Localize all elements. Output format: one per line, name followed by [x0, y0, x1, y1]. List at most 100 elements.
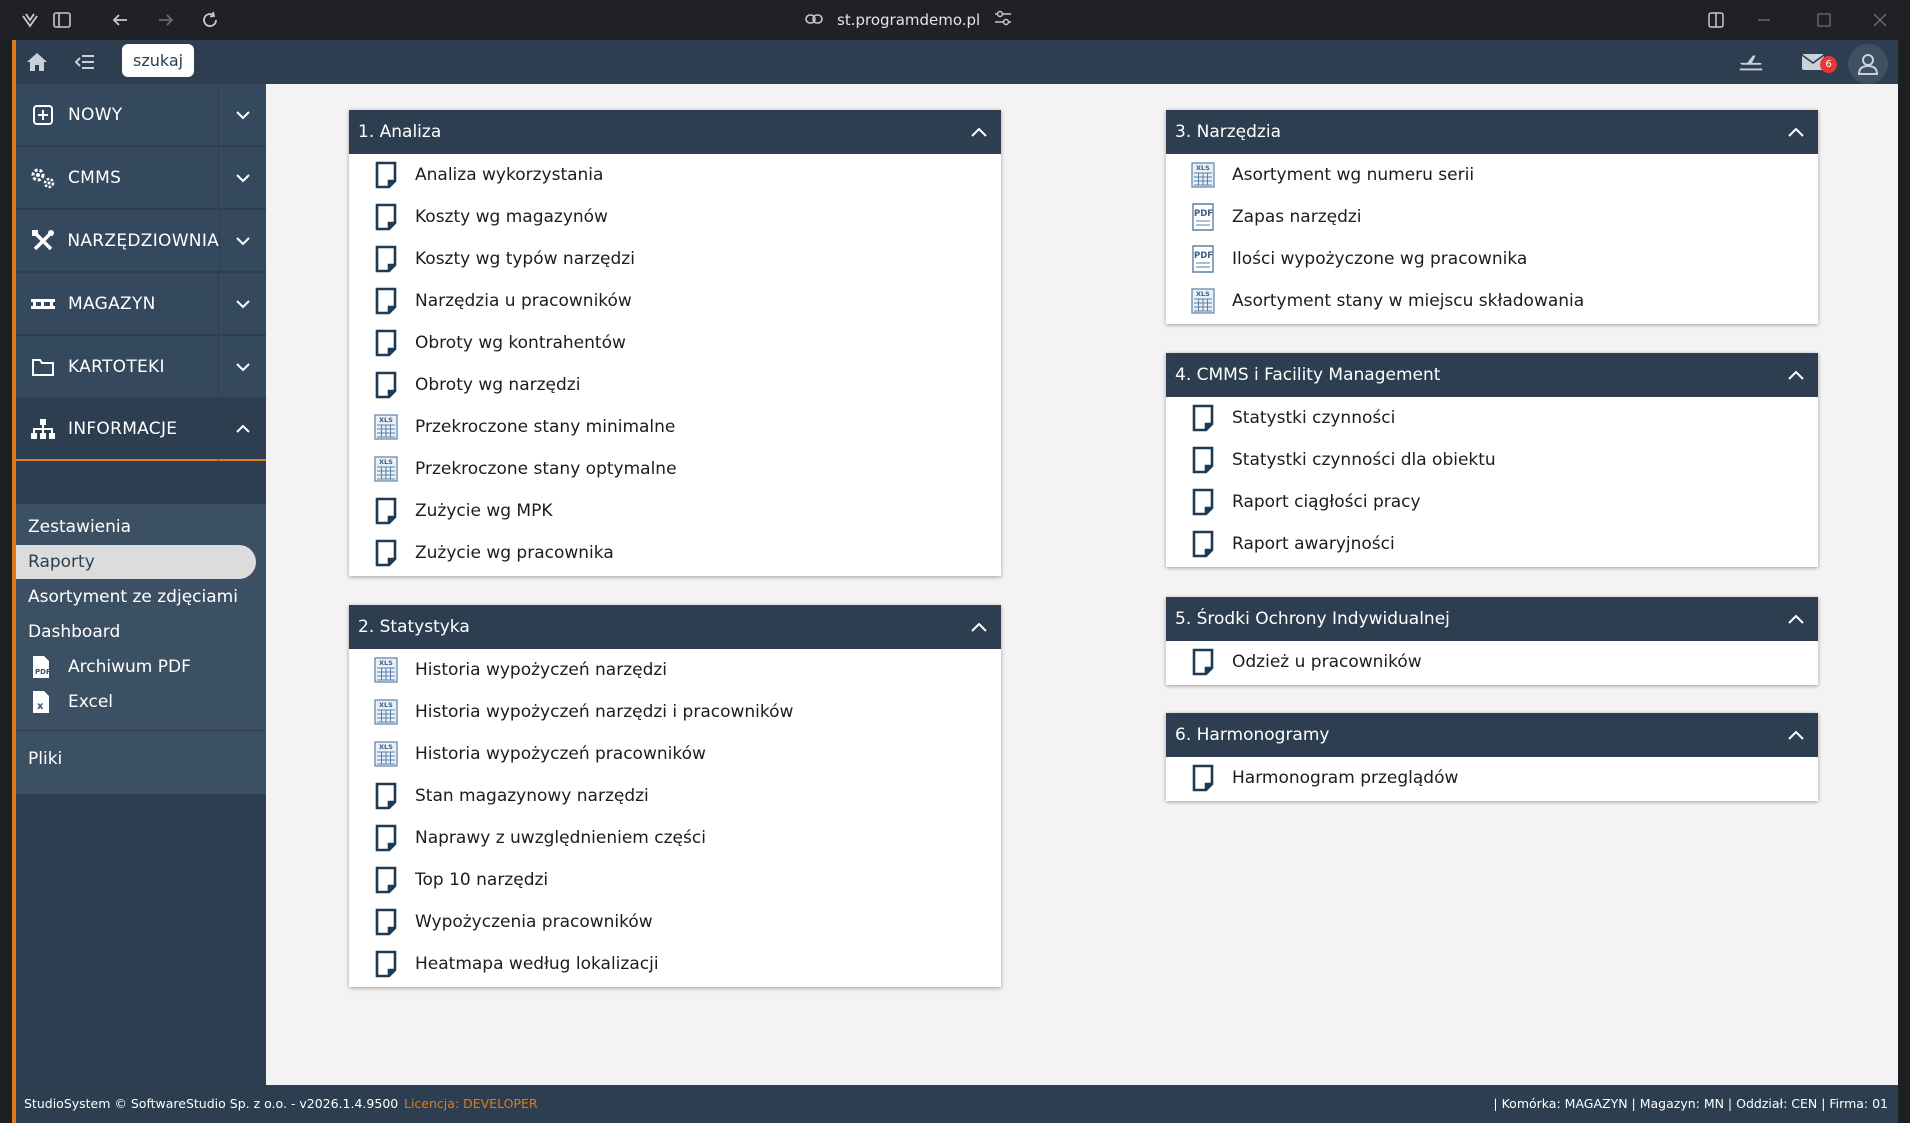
- panel-header[interactable]: 1. Analiza: [349, 110, 1001, 154]
- chevron-down-icon[interactable]: [218, 272, 266, 335]
- forward-icon[interactable]: [154, 8, 178, 32]
- chevron-down-icon[interactable]: [218, 335, 266, 398]
- report-link-koszty-wg-magazynow[interactable]: Koszty wg magazynów: [349, 196, 1001, 238]
- sidebar-item-label: KARTOTEKI: [68, 356, 165, 377]
- report-link-statystki-czynnosci-dla-obiektu[interactable]: Statystki czynności dla obiektu: [1166, 439, 1818, 481]
- report-link-analiza-wykorzystania[interactable]: Analiza wykorzystania: [349, 154, 1001, 196]
- chevron-down-icon[interactable]: [219, 209, 266, 272]
- submenu-item-dashboard[interactable]: Dashboard: [16, 615, 256, 649]
- report-link-asortyment-stany-w-miejscu-skladowania[interactable]: XLS Asortyment stany w miejscu składowani…: [1166, 280, 1818, 322]
- report-label: Top 10 narzędzi: [415, 870, 549, 890]
- sidebar-toggle-icon[interactable]: [50, 8, 74, 32]
- app-window: szukaj 6 NOWY CMMS NARZĘDZIOWNIA MAGAZYN…: [12, 40, 1898, 1123]
- submenu-item-archiwum-pdf[interactable]: PDF Archiwum PDF: [16, 650, 256, 684]
- submenu-item-raporty[interactable]: Raporty: [16, 545, 256, 579]
- chevron-up-icon[interactable]: [218, 398, 266, 460]
- report-link-harmonogram-przegladow[interactable]: Harmonogram przeglądów: [1166, 757, 1818, 799]
- report-label: Analiza wykorzystania: [415, 165, 604, 185]
- plane-icon[interactable]: [1738, 50, 1764, 74]
- submenu-item-zestawienia[interactable]: Zestawienia: [16, 510, 256, 544]
- report-label: Asortyment stany w miejscu składowania: [1232, 291, 1585, 311]
- address-bar[interactable]: st.programdemo.pl: [805, 6, 1012, 34]
- footer-license: Licencja: DEVELOPER: [404, 1096, 538, 1111]
- minimize-icon[interactable]: [1752, 8, 1776, 32]
- reload-icon[interactable]: [198, 8, 222, 32]
- report-icon: [1190, 763, 1216, 793]
- sidebar-item-kartoteki[interactable]: KARTOTEKI: [16, 335, 266, 398]
- panel-title: 2. Statystyka: [358, 617, 470, 637]
- svg-text:XLS: XLS: [1196, 164, 1210, 172]
- sidebar-item-informacje[interactable]: INFORMACJE: [16, 398, 266, 461]
- sidebar-item-magazyn[interactable]: MAGAZYN: [16, 272, 266, 335]
- panel-header[interactable]: 6. Harmonogramy: [1166, 713, 1818, 757]
- svg-text:PDF: PDF: [1194, 251, 1213, 261]
- panel-header[interactable]: 4. CMMS i Facility Management: [1166, 353, 1818, 397]
- report-link-przekroczone-stany-optymalne[interactable]: XLS Przekroczone stany optymalne: [349, 448, 1001, 490]
- chevron-down-icon[interactable]: [218, 83, 266, 146]
- url-text[interactable]: st.programdemo.pl: [837, 11, 980, 29]
- user-avatar[interactable]: [1848, 44, 1888, 84]
- xls-icon: XLS: [373, 655, 399, 685]
- submenu-item-pliki[interactable]: Pliki: [16, 742, 256, 776]
- home-icon[interactable]: [24, 50, 50, 74]
- report-link-historia-wypozyczen-pracownikow[interactable]: XLS Historia wypożyczeń pracowników: [349, 733, 1001, 775]
- report-link-ilosci-wypozyczone-wg-pracownika[interactable]: PDF Ilości wypożyczone wg pracownika: [1166, 238, 1818, 280]
- report-list: XLS Historia wypożyczeń narzędzi XLS Histor…: [349, 649, 1001, 987]
- app-topbar: szukaj 6: [16, 40, 1898, 84]
- report-link-narzedzia-u-pracownikow[interactable]: Narzędzia u pracowników: [349, 280, 1001, 322]
- report-link-asortyment-wg-numeru-serii[interactable]: XLS Asortyment wg numeru serii: [1166, 154, 1818, 196]
- report-link-statystki-czynnosci[interactable]: Statystki czynności: [1166, 397, 1818, 439]
- xls-icon: XLS: [1190, 286, 1216, 316]
- submenu-item-excel[interactable]: x Excel: [16, 685, 256, 719]
- report-link-zuzycie-wg-mpk[interactable]: Zużycie wg MPK: [349, 490, 1001, 532]
- sidebar-item-cmms[interactable]: CMMS: [16, 146, 266, 209]
- menu-collapse-icon[interactable]: [72, 50, 98, 74]
- panel-header[interactable]: 3. Narzędzia: [1166, 110, 1818, 154]
- report-link-obroty-wg-kontrahentow[interactable]: Obroty wg kontrahentów: [349, 322, 1001, 364]
- sidebar-item-label: NOWY: [68, 104, 123, 125]
- search-button[interactable]: szukaj: [122, 44, 195, 77]
- report-icon: [373, 865, 399, 895]
- report-list: XLS Asortyment wg numeru serii PDF Zapas na…: [1166, 154, 1818, 324]
- report-link-koszty-wg-typow-narzedzi[interactable]: Koszty wg typów narzędzi: [349, 238, 1001, 280]
- svg-text:PDF: PDF: [35, 668, 51, 676]
- report-link-zuzycie-wg-pracownika[interactable]: Zużycie wg pracownika: [349, 532, 1001, 574]
- chevron-down-icon[interactable]: [218, 146, 266, 209]
- chevron-up-icon[interactable]: [1784, 120, 1808, 144]
- submenu-item-label: Excel: [68, 692, 114, 712]
- panel-header[interactable]: 5. Środki Ochrony Indywidualnej: [1166, 597, 1818, 641]
- report-link-heatmapa-wedlug-lokalizacji[interactable]: Heatmapa według lokalizacji: [349, 943, 1001, 985]
- excel-file-icon: x: [28, 689, 54, 715]
- chevron-up-icon[interactable]: [1784, 363, 1808, 387]
- report-link-zapas-narzedzi[interactable]: PDF Zapas narzędzi: [1166, 196, 1818, 238]
- sidebar-item-narzedziownia[interactable]: NARZĘDZIOWNIA: [16, 209, 266, 272]
- report-link-raport-awaryjnosci[interactable]: Raport awaryjności: [1166, 523, 1818, 565]
- chevron-up-icon[interactable]: [1784, 723, 1808, 747]
- chevron-up-icon[interactable]: [967, 120, 991, 144]
- sidebar-item-label: MAGAZYN: [68, 293, 156, 314]
- report-link-wypozyczenia-pracownikow[interactable]: Wypożyczenia pracowników: [349, 901, 1001, 943]
- report-link-historia-wypozyczen-narzedzi[interactable]: XLS Historia wypożyczeń narzędzi: [349, 649, 1001, 691]
- report-label: Obroty wg kontrahentów: [415, 333, 626, 353]
- sidebar-item-nowy[interactable]: NOWY: [16, 83, 266, 146]
- panel-header[interactable]: 2. Statystyka: [349, 605, 1001, 649]
- report-link-odziez-u-pracownikow[interactable]: Odzież u pracowników: [1166, 641, 1818, 683]
- close-window-icon[interactable]: [1868, 8, 1892, 32]
- browser-logo-icon[interactable]: [18, 8, 42, 32]
- report-link-raport-ciaglosci-pracy[interactable]: Raport ciągłości pracy: [1166, 481, 1818, 523]
- pdf-icon: PDF: [1190, 244, 1216, 274]
- submenu-item-asortyment-ze-zdjeciami[interactable]: Asortyment ze zdjęciami: [16, 580, 256, 614]
- report-link-przekroczone-stany-minimalne[interactable]: XLS Przekroczone stany minimalne: [349, 406, 1001, 448]
- chevron-up-icon[interactable]: [1784, 607, 1808, 631]
- report-link-stan-magazynowy-narzedzi[interactable]: Stan magazynowy narzędzi: [349, 775, 1001, 817]
- report-link-obroty-wg-narzedzi[interactable]: Obroty wg narzędzi: [349, 364, 1001, 406]
- back-icon[interactable]: [108, 8, 132, 32]
- site-settings-icon[interactable]: [994, 10, 1012, 30]
- report-link-naprawy-z-uwzglednieniem-czesci[interactable]: Naprawy z uwzględnieniem części: [349, 817, 1001, 859]
- chevron-up-icon[interactable]: [967, 615, 991, 639]
- panel-analiza: 1. Analiza Analiza wykorzystania Koszty w…: [349, 110, 1001, 576]
- split-view-icon[interactable]: [1704, 8, 1728, 32]
- report-link-top-10-narzedzi[interactable]: Top 10 narzędzi: [349, 859, 1001, 901]
- maximize-icon[interactable]: [1812, 8, 1836, 32]
- report-link-historia-wypozyczen-narzedzi-i-pracownikow[interactable]: XLS Historia wypożyczeń narzędzi i pracow…: [349, 691, 1001, 733]
